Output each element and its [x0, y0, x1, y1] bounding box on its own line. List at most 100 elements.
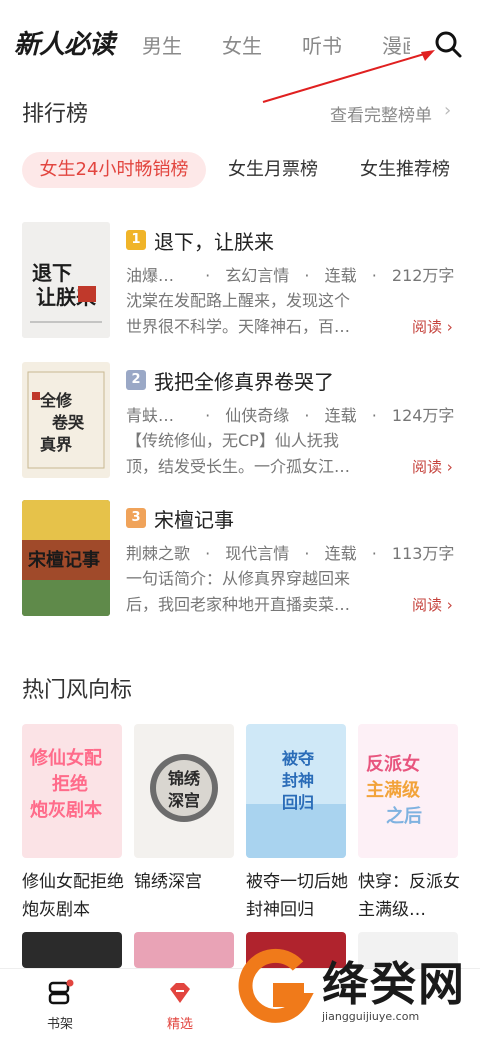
list-item[interactable]: 全修 卷哭 真界 2 我把全修真界卷哭了 青蚨… · 仙侠奇缘 · 连载 · 1… [22, 362, 462, 478]
tab-label: 精选 [166, 1017, 193, 1032]
svg-text:退下: 退下 [32, 261, 72, 285]
svg-text:真界: 真界 [40, 435, 72, 454]
description-line: 【传统修仙，无CP】仙人抚我 [126, 431, 339, 450]
book-words: 113万字 [391, 544, 455, 563]
book-description: 沈棠在发配路上醒来，发现这个 世界很不科学。天降神石，百… [126, 288, 396, 340]
hot-book-name[interactable]: 被夺一切后她封神回归 [246, 868, 354, 924]
hot-book-card[interactable]: 被夺 封神 回归 被夺一切后她封神回归 [246, 724, 348, 924]
read-button[interactable]: 阅读 › [412, 316, 453, 337]
hot-book-name[interactable]: 快穿：反派女主满级… [358, 868, 466, 924]
book-words: 124万字 [391, 406, 455, 425]
svg-text:炮灰剧本: 炮灰剧本 [30, 799, 102, 821]
view-full-ranking-link[interactable]: 查看完整榜单 [330, 101, 432, 126]
description-line: 顶，结发受长生。一介孤女江… [126, 457, 351, 476]
ranking-title: 排行榜 [22, 102, 89, 127]
book-cover[interactable] [22, 932, 122, 968]
list-item[interactable]: 退下 让朕来 1 退下，让朕来 油爆… · 玄幻言情 · 连载 · 212万字 … [22, 222, 462, 338]
book-meta: 荆棘之歌 · 现代言情 · 连载 · 113万字 [126, 540, 454, 564]
chip-female-24h[interactable]: 女生24小时畅销榜 [22, 152, 206, 188]
book-title[interactable]: 宋檀记事 [154, 504, 234, 533]
book-cover[interactable]: 修仙女配 拒绝 炮灰剧本 [22, 724, 122, 858]
rank-badge: 3 [126, 508, 146, 528]
book-genre: 仙侠奇缘 [225, 406, 290, 425]
book-cover[interactable]: 反派女 主满级 之后 [358, 724, 458, 858]
app-logo[interactable]: 新人必读 [14, 24, 115, 61]
svg-text:被夺: 被夺 [282, 749, 315, 768]
book-genre: 玄幻言情 [225, 266, 290, 285]
read-label: 阅读 [412, 458, 443, 476]
book-author: 荆棘之歌 [126, 544, 191, 563]
description-line: 世界很不科学。天降神石，百… [126, 317, 351, 336]
book-meta: 青蚨… · 仙侠奇缘 · 连载 · 124万字 [126, 402, 454, 426]
book-cover[interactable]: 宋檀记事 [22, 500, 110, 616]
description-line: 一句话简介：从修真界穿越回来 [126, 569, 351, 588]
hot-book-card[interactable]: 反派女 主满级 之后 快穿：反派女主满级… [358, 724, 460, 924]
book-title[interactable]: 我把全修真界卷哭了 [154, 366, 334, 395]
watermark-text: 绛癸网 [322, 957, 466, 1011]
hot-book-card[interactable]: 锦绣 深宫 锦绣深宫 [134, 724, 234, 896]
rank-badge: 1 [126, 230, 146, 250]
svg-text:主满级: 主满级 [366, 779, 421, 801]
ranking-chips: 女生24小时畅销榜 女生月票榜 女生推荐榜 [0, 152, 480, 188]
book-cover[interactable]: 锦绣 深宫 [134, 724, 234, 858]
svg-text:卷哭: 卷哭 [51, 413, 85, 432]
svg-text:修仙女配: 修仙女配 [29, 747, 102, 769]
tab-audiobook[interactable]: 听书 [302, 30, 342, 59]
book-cover[interactable]: 退下 让朕来 [22, 222, 110, 338]
hot-book-card[interactable]: 修仙女配 拒绝 炮灰剧本 修仙女配拒绝炮灰剧本 [22, 724, 124, 924]
read-button[interactable]: 阅读 › [412, 594, 453, 615]
tab-featured[interactable]: 精选 [150, 979, 210, 1032]
hot-book-name[interactable]: 锦绣深宫 [134, 868, 242, 896]
book-title[interactable]: 退下，让朕来 [154, 226, 274, 255]
book-cover[interactable]: 全修 卷哭 真界 [22, 362, 110, 478]
tab-female[interactable]: 女生 [222, 30, 262, 59]
svg-text:深宫: 深宫 [168, 791, 200, 810]
book-meta: 油爆… · 玄幻言情 · 连载 · 212万字 [126, 262, 454, 286]
search-icon[interactable] [432, 28, 464, 60]
book-author: 青蚨… [126, 406, 175, 425]
bookshelf-icon [46, 979, 74, 1007]
svg-text:封神: 封神 [282, 771, 314, 790]
read-button[interactable]: 阅读 › [412, 456, 453, 477]
watermark-logo-icon [238, 948, 314, 1023]
tab-bookshelf[interactable]: 书架 [30, 979, 90, 1032]
tab-male[interactable]: 男生 [142, 30, 182, 59]
svg-text:宋檀记事: 宋檀记事 [28, 549, 100, 571]
svg-text:拒绝: 拒绝 [52, 773, 88, 795]
rank-badge: 2 [126, 370, 146, 390]
book-author: 油爆… [126, 266, 175, 285]
chevron-right-icon: › [446, 458, 453, 476]
book-genre: 现代言情 [225, 544, 290, 563]
chevron-right-icon: › [446, 318, 453, 336]
book-words: 212万字 [391, 266, 455, 285]
svg-text:锦绣: 锦绣 [168, 769, 201, 788]
svg-text:回归: 回归 [282, 793, 314, 812]
svg-text:全修: 全修 [39, 391, 73, 410]
book-status: 连载 [324, 406, 357, 425]
hot-section-title: 热门风向标 [22, 678, 133, 703]
chip-female-recommend[interactable]: 女生推荐榜 [360, 152, 450, 188]
list-item[interactable]: 宋檀记事 3 宋檀记事 荆棘之歌 · 现代言情 · 连载 · 113万字 一句话… [22, 500, 462, 616]
book-cover[interactable]: 被夺 封神 回归 [246, 724, 346, 858]
book-description: 一句话简介：从修真界穿越回来 后，我回老家种地开直播卖菜… [126, 566, 396, 618]
book-status: 连载 [324, 544, 357, 563]
svg-text:反派女: 反派女 [366, 753, 420, 775]
book-status: 连载 [324, 266, 357, 285]
gem-icon [166, 979, 194, 1007]
description-line: 沈棠在发配路上醒来，发现这个 [126, 291, 351, 310]
annotation-arrow [262, 50, 435, 103]
chevron-right-icon: › [446, 596, 453, 614]
hot-book-name[interactable]: 修仙女配拒绝炮灰剧本 [22, 868, 130, 924]
tab-label: 书架 [46, 1017, 73, 1032]
book-description: 【传统修仙，无CP】仙人抚我 顶，结发受长生。一介孤女江… [126, 428, 396, 480]
top-nav: 新人必读 男生 女生 听书 漫画 [0, 0, 480, 103]
read-label: 阅读 [412, 318, 443, 336]
svg-text:之后: 之后 [386, 805, 422, 827]
book-cover[interactable] [134, 932, 234, 968]
watermark: 绛癸网 jiangguijiuye.com [234, 944, 480, 1034]
chevron-right-icon[interactable]: › [444, 100, 451, 121]
watermark-url: jiangguijiuye.com [322, 1010, 420, 1023]
chip-female-monthly[interactable]: 女生月票榜 [228, 152, 318, 188]
tab-comic[interactable]: 漫画 [382, 30, 410, 59]
read-label: 阅读 [412, 596, 443, 614]
